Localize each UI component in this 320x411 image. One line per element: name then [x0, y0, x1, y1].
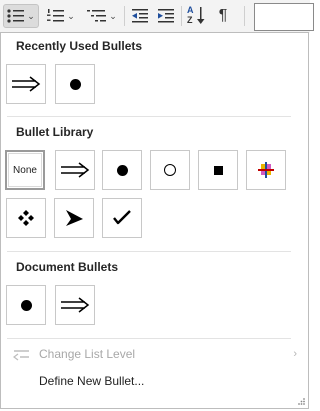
filled-circle-icon	[20, 299, 32, 311]
show-formatting-marks-button[interactable]: ¶	[212, 4, 234, 28]
four-diamonds-icon	[18, 210, 34, 226]
double-arrow-icon	[61, 297, 90, 313]
chevron-down-icon: ⌄	[109, 10, 117, 21]
down-arrow-icon	[197, 7, 205, 24]
numbering-icon	[47, 9, 65, 22]
multilevel-list-button[interactable]: ⌄	[84, 4, 120, 28]
section-divider	[7, 116, 291, 117]
chevron-down-icon: ⌄	[27, 10, 35, 21]
define-new-bullet-item[interactable]: Define New Bullet...	[1, 368, 308, 394]
bullet-library-title: Bullet Library	[16, 125, 94, 139]
document-page-edge	[254, 3, 314, 31]
bullets-button[interactable]: ⌄	[3, 4, 39, 28]
recent-bullet-double-arrow[interactable]	[6, 64, 46, 104]
define-new-bullet-label: Define New Bullet...	[39, 374, 145, 388]
multilevel-list-icon	[87, 10, 107, 22]
section-divider	[7, 251, 291, 252]
library-bullet-hollow-circle[interactable]	[150, 150, 190, 190]
library-bullet-four-diamonds[interactable]	[6, 198, 46, 238]
document-bullet-double-arrow[interactable]	[55, 285, 95, 325]
section-divider	[7, 338, 291, 339]
decrease-indent-button[interactable]	[128, 4, 152, 28]
filled-square-icon	[213, 165, 223, 175]
bullets-dropdown-menu: Recently Used Bullets Bullet Library Non…	[0, 32, 309, 409]
double-arrow-icon	[12, 76, 41, 92]
change-list-level-label: Change List Level	[39, 347, 136, 361]
sort-button[interactable]: A Z	[184, 4, 208, 28]
library-bullet-check-mark[interactable]	[102, 198, 142, 238]
sort-icon-letter-z: Z	[187, 15, 193, 25]
numbering-button[interactable]: ⌄	[44, 4, 78, 28]
library-bullet-four-color-cross[interactable]	[246, 150, 286, 190]
document-bullets-title: Document Bullets	[16, 260, 119, 274]
document-bullet-filled-circle[interactable]	[6, 285, 46, 325]
decrease-indent-icon	[132, 9, 148, 23]
ribbon-toolbar: ⌄ ⌄ ⌄ A Z ¶	[0, 0, 314, 33]
sort-icon: A Z	[186, 5, 206, 26]
library-bullet-double-arrow[interactable]	[55, 150, 95, 190]
increase-indent-icon	[158, 9, 174, 23]
four-color-cross-icon	[258, 162, 274, 178]
library-bullet-none[interactable]: None	[5, 150, 45, 190]
library-bullet-arrowhead[interactable]	[54, 198, 94, 238]
chevron-down-icon: ⌄	[67, 10, 75, 21]
chevron-right-icon: ›	[293, 348, 297, 360]
toolbar-divider	[244, 6, 245, 26]
change-list-level-item[interactable]: Change List Level ›	[1, 341, 308, 367]
filled-circle-icon	[116, 164, 128, 176]
double-arrow-icon	[61, 162, 90, 178]
filled-circle-icon	[69, 78, 81, 90]
hollow-circle-icon	[164, 164, 176, 176]
recent-bullet-filled-circle[interactable]	[55, 64, 95, 104]
bullets-icon	[7, 9, 25, 23]
library-bullet-filled-square[interactable]	[198, 150, 238, 190]
library-bullet-filled-circle[interactable]	[102, 150, 142, 190]
resize-grip-icon[interactable]	[297, 397, 306, 406]
arrowhead-icon	[66, 210, 83, 226]
none-label: None	[8, 153, 42, 187]
toolbar-divider	[181, 6, 182, 26]
change-list-level-icon	[13, 350, 29, 361]
increase-indent-button[interactable]	[154, 4, 178, 28]
recently-used-title: Recently Used Bullets	[16, 39, 143, 53]
toolbar-divider	[124, 6, 125, 26]
sort-icon-letter-a: A	[187, 5, 194, 15]
check-mark-icon	[113, 210, 131, 225]
pilcrow-icon: ¶	[218, 7, 228, 24]
